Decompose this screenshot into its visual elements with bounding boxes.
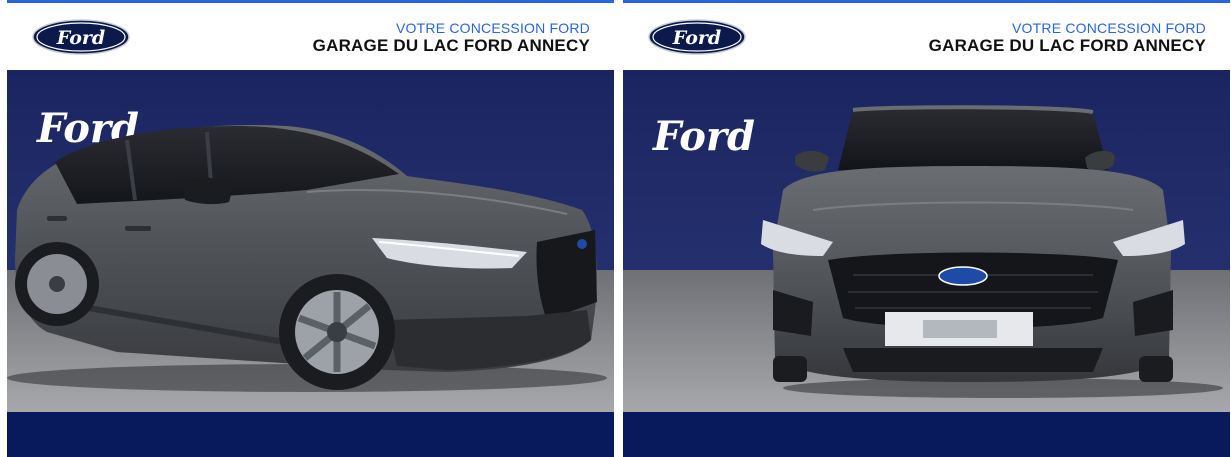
- dealer-info: VOTRE CONCESSION FORD GARAGE DU LAC FORD…: [929, 20, 1206, 55]
- dealer-info: VOTRE CONCESSION FORD GARAGE DU LAC FORD…: [313, 20, 590, 55]
- footer-band: [623, 412, 1230, 457]
- car-photo: Ford: [623, 70, 1230, 412]
- dealer-tagline: VOTRE CONCESSION FORD: [1012, 20, 1206, 36]
- listing-photo-right: Ford VOTRE CONCESSION FORD GARAGE DU LAC…: [623, 0, 1230, 457]
- dealer-name: GARAGE DU LAC FORD ANNECY: [312, 36, 590, 55]
- car-photo: Ford: [7, 70, 614, 412]
- dealer-tagline: VOTRE CONCESSION FORD: [396, 20, 590, 36]
- ford-oval-logo: Ford: [648, 19, 746, 55]
- footer-band: [7, 412, 614, 457]
- dealer-name: GARAGE DU LAC FORD ANNECY: [928, 36, 1206, 55]
- dealer-header: Ford VOTRE CONCESSION FORD GARAGE DU LAC…: [623, 3, 1230, 69]
- dealer-header: Ford VOTRE CONCESSION FORD GARAGE DU LAC…: [7, 3, 614, 69]
- ford-oval-logo: Ford: [32, 19, 130, 55]
- wall-ford-script: Ford: [652, 113, 755, 160]
- logo-text: Ford: [56, 27, 105, 49]
- listing-photo-left: Ford VOTRE CONCESSION FORD GARAGE DU LAC…: [7, 0, 614, 457]
- logo-text: Ford: [672, 27, 721, 49]
